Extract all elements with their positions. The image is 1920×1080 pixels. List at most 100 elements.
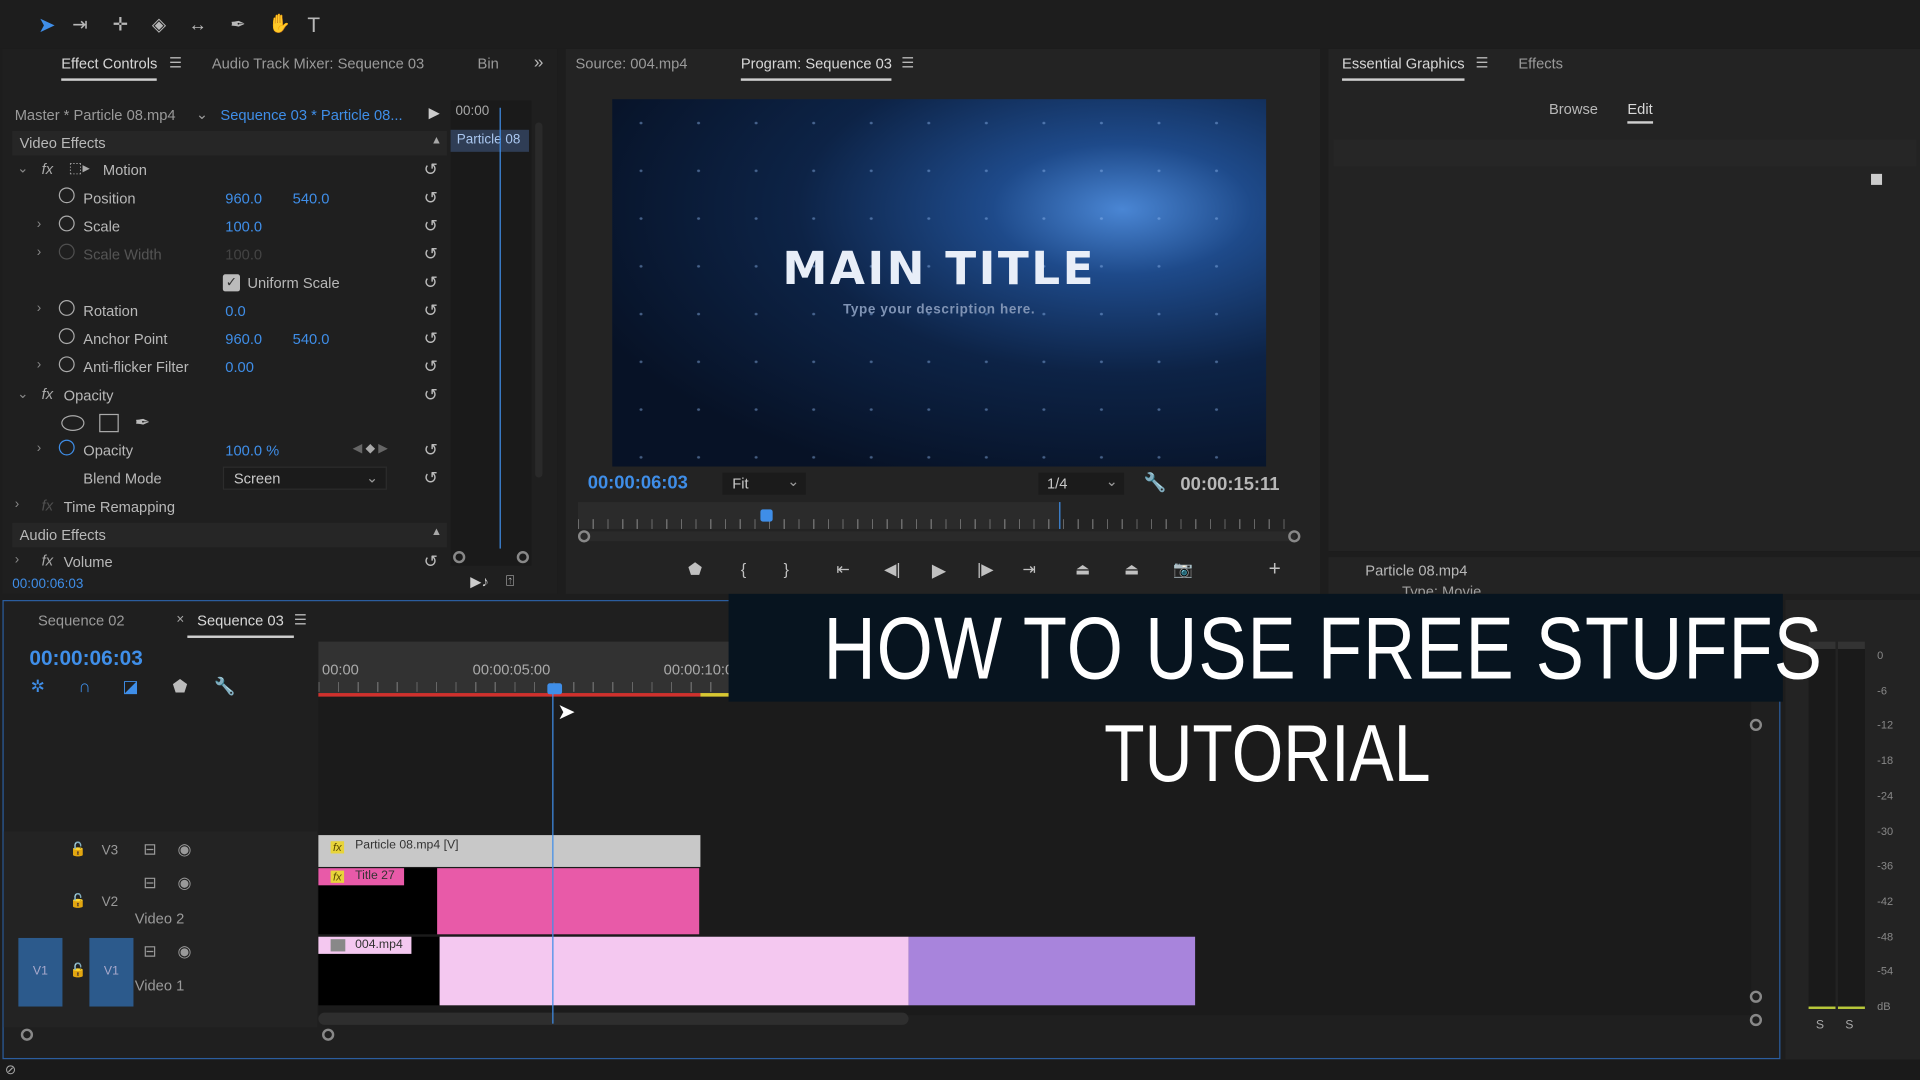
status-icon[interactable]: ⊘ (5, 1062, 16, 1078)
uniform-scale-checkbox[interactable]: ✓ (222, 274, 241, 292)
opacity-group-row[interactable]: ⌄ fx Opacity ↺ (2, 383, 443, 410)
step-back-icon[interactable]: ◀| (884, 560, 900, 580)
tab-effect-controls[interactable]: Effect Controls (61, 55, 158, 81)
reset-icon[interactable]: ↺ (424, 328, 438, 349)
mini-playhead[interactable] (499, 107, 501, 549)
timeline-ruler[interactable]: 00:00 00:00:05:00 00:00:10:0 (318, 641, 735, 697)
chevron-down-icon[interactable]: ⌄ (196, 105, 208, 122)
zoom-handle[interactable] (453, 551, 466, 564)
reset-icon[interactable]: ↺ (424, 244, 438, 265)
source-patch-v1[interactable]: V1 (18, 937, 63, 1007)
position-y-value[interactable]: 540.0 (293, 190, 330, 207)
reset-icon[interactable]: ↺ (424, 356, 438, 377)
zoom-handle[interactable] (322, 1028, 335, 1041)
sequence-clip-selector[interactable]: Sequence 03 * Particle 08... (220, 107, 402, 124)
clip-004-purple[interactable] (908, 936, 1196, 1006)
track-select-tool-icon[interactable]: ⇥ (72, 16, 87, 34)
tab-browse[interactable]: Browse (1549, 100, 1598, 117)
vertical-scroll-handle[interactable] (1749, 1013, 1763, 1027)
stopwatch-icon[interactable] (58, 187, 75, 204)
tab-source-monitor[interactable]: Source: 004.mp4 (576, 55, 688, 72)
rotation-value[interactable]: 0.0 (225, 302, 245, 319)
selection-tool-icon[interactable]: ➤ (38, 15, 55, 36)
hand-tool-icon[interactable]: ✋ (268, 15, 291, 33)
sync-lock-icon[interactable]: ⊟ (143, 840, 156, 860)
collapse-arrow-icon[interactable]: ▲ (431, 525, 442, 537)
motion-row[interactable]: ⌄ fx ⬚▸ Motion ↺ (2, 158, 443, 185)
button-editor-icon[interactable]: + (1269, 557, 1281, 581)
sync-lock-icon[interactable]: ⊟ (143, 942, 156, 962)
anchor-y-value[interactable]: 540.0 (293, 331, 330, 348)
anchor-x-value[interactable]: 960.0 (225, 331, 262, 348)
time-remapping-row[interactable]: › fx Time Remapping (2, 495, 443, 522)
reset-icon[interactable]: ↺ (424, 272, 438, 293)
blend-mode-dropdown[interactable]: Screen ⌄ (222, 466, 387, 490)
add-marker-icon[interactable]: ⬟ (688, 560, 702, 580)
lock-icon[interactable]: 🔓 (70, 962, 87, 979)
vertical-scroll-handle[interactable] (1749, 990, 1763, 1003)
export-frame-icon[interactable]: 📷 (1173, 560, 1193, 580)
program-video-frame[interactable]: MAIN TITLE Type your description here. (612, 99, 1267, 467)
stopwatch-icon[interactable] (58, 215, 75, 232)
clip-particle-08[interactable]: fx Particle 08.mp4 [V] (318, 835, 701, 867)
timeline-playhead-handle[interactable] (547, 683, 563, 695)
reset-icon[interactable]: ↺ (424, 300, 438, 321)
snap-icon[interactable]: ∩ (78, 676, 90, 696)
tab-audio-track-mixer[interactable]: Audio Track Mixer: Sequence 03 (212, 55, 424, 72)
more-panels-icon[interactable]: » (534, 53, 544, 70)
effect-mini-timeline[interactable]: 00:00 Particle 08 (450, 100, 532, 566)
rectangle-mask-icon[interactable] (99, 413, 119, 433)
scale-value[interactable]: 100.0 (225, 218, 262, 235)
ripple-edit-tool-icon[interactable]: ✛ (113, 16, 128, 34)
step-forward-icon[interactable]: |▶ (977, 560, 993, 580)
expand-chevron-icon[interactable]: › (37, 441, 41, 456)
expand-chevron-icon[interactable]: › (15, 497, 19, 512)
pen-mask-icon[interactable]: ✒ (135, 411, 150, 434)
panel-menu-icon[interactable]: ☰ (294, 612, 307, 627)
new-layer-icon[interactable] (1871, 173, 1883, 185)
timeline-timecode[interactable]: 00:00:06:03 (29, 647, 142, 671)
solo-right-button[interactable]: S (1845, 1019, 1853, 1032)
eye-icon[interactable]: ◉ (178, 942, 192, 962)
track-target-v1[interactable]: V1 (89, 937, 134, 1007)
tab-effects[interactable]: Effects (1518, 55, 1563, 72)
lock-icon[interactable]: 🔓 (70, 893, 87, 909)
track-id[interactable]: V2 (102, 895, 118, 910)
track-id[interactable]: V3 (102, 844, 118, 859)
clip-title-27[interactable] (437, 868, 700, 935)
add-marker-icon[interactable]: ⬟ (173, 676, 188, 697)
playhead-timecode[interactable]: 00:00:06:03 (588, 473, 688, 494)
tab-sequence-02[interactable]: Sequence 02 (38, 612, 125, 629)
tab-bin[interactable]: Bin (478, 55, 499, 72)
reset-icon[interactable]: ↺ (424, 216, 438, 237)
monitor-playhead[interactable] (759, 509, 773, 522)
type-tool-icon[interactable]: T (307, 15, 320, 36)
reset-icon[interactable]: ↺ (424, 187, 438, 208)
go-to-in-icon[interactable]: ⇤ (836, 560, 849, 580)
panel-menu-icon[interactable]: ☰ (1476, 55, 1489, 70)
zoom-handle[interactable] (577, 530, 591, 543)
reset-icon[interactable]: ↺ (424, 440, 438, 461)
play-icon[interactable]: ▶ (932, 560, 946, 582)
sync-lock-icon[interactable]: ⊟ (143, 873, 156, 893)
panel-menu-icon[interactable]: ☰ (901, 55, 914, 70)
tab-sequence-03[interactable]: Sequence 03 (187, 612, 294, 638)
zoom-handle[interactable] (516, 551, 529, 564)
tab-program-monitor[interactable]: Program: Sequence 03 (740, 55, 892, 81)
stopwatch-icon[interactable] (58, 328, 75, 345)
stopwatch-icon[interactable] (58, 356, 75, 373)
zoom-handle[interactable] (20, 1028, 34, 1041)
eye-icon[interactable]: ◉ (178, 840, 192, 860)
export-icon[interactable]: ⍐ (506, 572, 515, 590)
reset-icon[interactable]: ↺ (424, 384, 438, 405)
nest-sequence-icon[interactable]: ✲ (31, 676, 45, 697)
expand-chevron-icon[interactable]: › (37, 301, 41, 316)
tab-edit[interactable]: Edit (1627, 100, 1653, 124)
volume-row[interactable]: › fx Volume ↺ (2, 550, 443, 572)
scrollbar[interactable] (535, 122, 543, 478)
zoom-handle[interactable] (1288, 530, 1301, 543)
timeline-horizontal-scrollbar[interactable] (318, 1012, 909, 1025)
expand-chevron-icon[interactable]: ⌄ (17, 386, 28, 402)
resolution-dropdown[interactable]: 1/4 ⌄ (1038, 472, 1125, 495)
opacity-value[interactable]: 100.0 % (225, 442, 279, 459)
